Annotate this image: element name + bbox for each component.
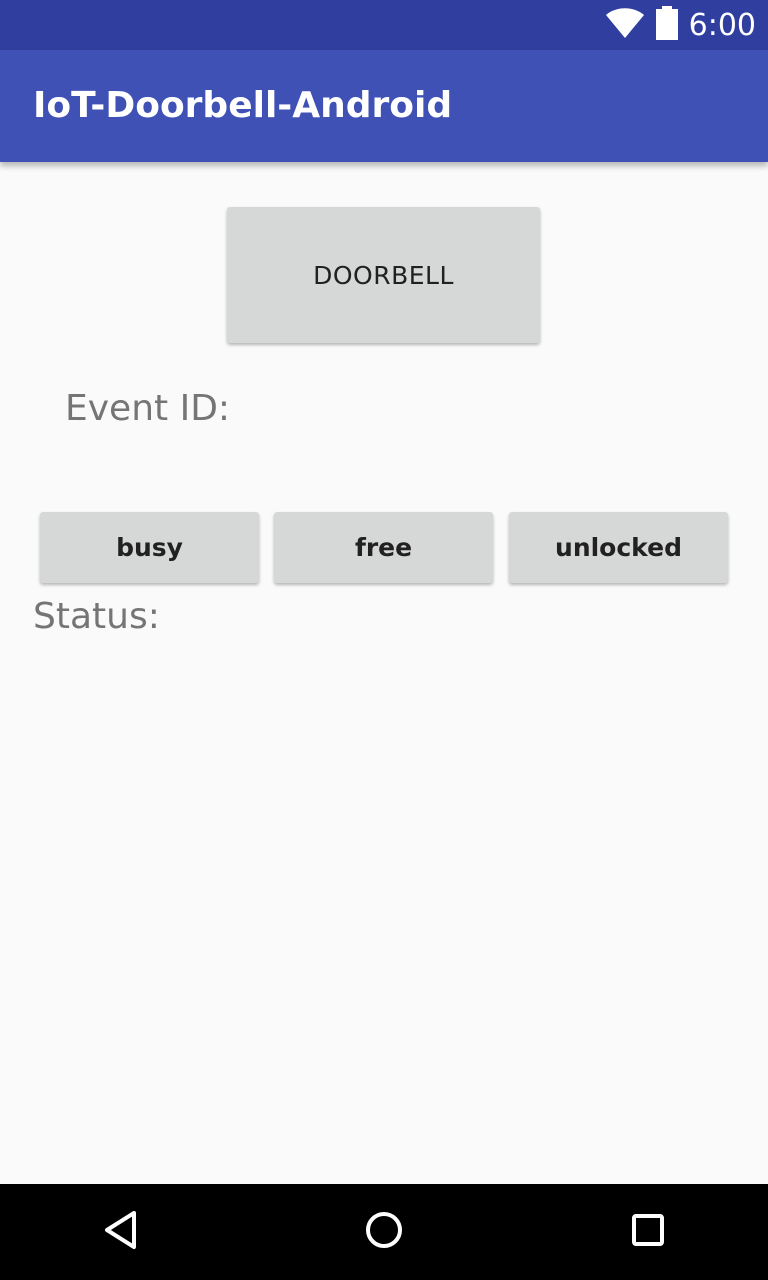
doorbell-button[interactable]: DOORBELL xyxy=(227,207,540,343)
status-icons: 6:00 xyxy=(605,0,756,50)
app-title: IoT-Doorbell-Android xyxy=(33,85,453,126)
navigation-bar xyxy=(0,1184,768,1280)
back-icon xyxy=(102,1210,138,1254)
wifi-icon xyxy=(605,7,645,43)
recents-icon xyxy=(630,1212,666,1252)
status-bar: 6:00 xyxy=(0,0,768,50)
status-time: 6:00 xyxy=(688,7,756,43)
back-button[interactable] xyxy=(96,1208,144,1256)
app-screen: 6:00 IoT-Doorbell-Android DOORBELL Event… xyxy=(0,0,768,1280)
event-id-label: Event ID: xyxy=(65,388,231,429)
recents-button[interactable] xyxy=(624,1208,672,1256)
battery-icon xyxy=(655,6,679,44)
status-label: Status: xyxy=(33,596,160,637)
busy-button[interactable]: busy xyxy=(40,512,259,583)
free-button[interactable]: free xyxy=(274,512,493,583)
home-icon xyxy=(364,1210,404,1254)
home-button[interactable] xyxy=(360,1208,408,1256)
app-bar: IoT-Doorbell-Android xyxy=(0,50,768,162)
unlocked-button[interactable]: unlocked xyxy=(509,512,728,583)
